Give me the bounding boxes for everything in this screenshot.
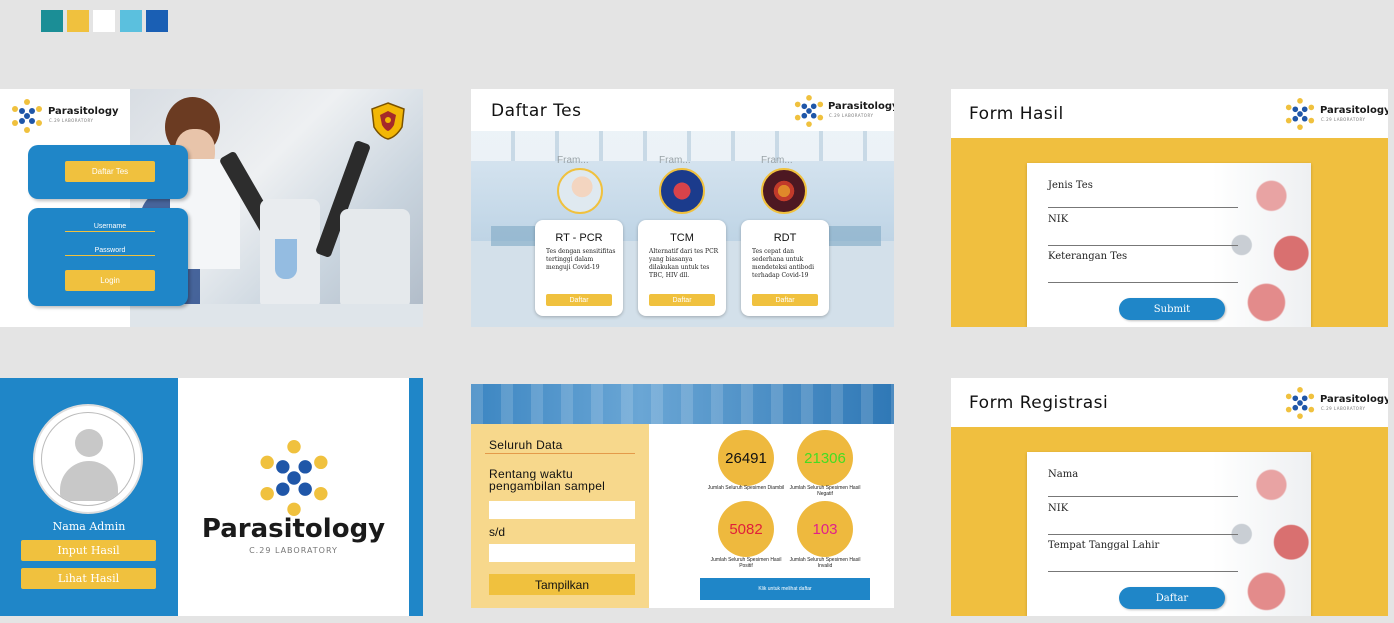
right-accent-bar <box>409 378 423 616</box>
daftar-submit-button[interactable]: Daftar <box>1119 587 1225 609</box>
nik-input[interactable] <box>1048 245 1238 246</box>
range-label: Rentang waktu pengambilan sampel <box>489 467 606 493</box>
daftar-tes-button[interactable]: Daftar Tes <box>65 161 155 182</box>
palette-swatch-white <box>93 10 115 32</box>
sd-label: s/d <box>489 525 506 539</box>
field-label: NIK <box>1048 503 1069 514</box>
nama-input[interactable] <box>1048 496 1238 497</box>
page-title: Form Hasil <box>969 104 1064 124</box>
university-emblem-icon <box>368 101 408 141</box>
brand-name: Parasitology <box>828 101 894 112</box>
password-field[interactable]: Password <box>65 247 155 256</box>
test-name: RDT <box>773 232 797 244</box>
view-list-button[interactable]: Klik untuk melihat daftar <box>700 578 870 600</box>
brand-name: Parasitology <box>48 106 119 117</box>
daftar-tes-screen: Daftar Tes Parasitology C.29 LABORATORY … <box>471 89 894 327</box>
parasitology-logo-icon <box>1284 387 1316 419</box>
form-registrasi-screen: Form Registrasi Parasitology C.29 LABORA… <box>951 378 1388 616</box>
input-hasil-button[interactable]: Input Hasil <box>21 540 156 561</box>
stat-caption: Jumlah Seluruh Spesimen Hasil Negatif <box>789 485 861 497</box>
test-description: Tes dengan sensitifitas tertinggi dalam … <box>546 248 616 271</box>
page-title: Daftar Tes <box>491 101 582 121</box>
parasitology-logo-icon <box>10 99 44 133</box>
daftar-button[interactable]: Daftar <box>649 294 715 306</box>
brand-name: Parasitology <box>1320 394 1388 405</box>
login-button[interactable]: Login <box>65 270 155 291</box>
divider <box>485 453 635 454</box>
tampilkan-button[interactable]: Tampilkan <box>489 574 635 595</box>
brand-subtitle: C.29 LABORATORY <box>829 113 874 118</box>
virus-image <box>761 168 807 214</box>
stat-total: 26491 <box>718 430 774 486</box>
test-name: TCM <box>670 232 694 244</box>
palette-swatch-teal <box>41 10 63 32</box>
stat-invalid: 103 <box>797 501 853 557</box>
username-field[interactable]: Username <box>65 223 155 232</box>
nik-input[interactable] <box>1048 534 1238 535</box>
palette-swatch-blue <box>146 10 168 32</box>
lihat-hasil-button[interactable]: Lihat Hasil <box>21 568 156 589</box>
jenis-tes-input[interactable] <box>1048 207 1238 208</box>
parasitology-logo-icon <box>793 95 825 127</box>
stat-negative: 21306 <box>797 430 853 486</box>
daftar-button[interactable]: Daftar <box>752 294 818 306</box>
form-hasil-screen: Form Hasil Parasitology C.29 LABORATORY … <box>951 89 1388 327</box>
keterangan-tes-input[interactable] <box>1048 282 1238 283</box>
stat-caption: Jumlah Seluruh Spesimen Diambil <box>707 485 785 491</box>
pcr-swab-image <box>557 168 603 214</box>
admin-screen: Nama Admin Input Hasil Lihat Hasil Paras… <box>0 378 423 616</box>
stat-caption: Jumlah Seluruh Spesimen Hasil Positif <box>710 557 782 569</box>
palette-swatch-yellow <box>67 10 89 32</box>
dashboard-screen: Seluruh Data Rentang waktu pengambilan s… <box>471 384 894 608</box>
end-date-input[interactable] <box>489 544 635 562</box>
page-title: Form Registrasi <box>969 393 1109 413</box>
brand-subtitle: C.29 LABORATORY <box>249 546 338 555</box>
daftar-button[interactable]: Daftar <box>546 294 612 306</box>
user-silhouette-icon <box>75 429 103 457</box>
field-label: Keterangan Tes <box>1048 251 1128 262</box>
test-description: Alternatif dari tes PCR yang biasanya di… <box>649 248 719 279</box>
header-banner <box>471 384 894 424</box>
field-label: NIK <box>1048 214 1069 225</box>
frame-label: Fram... <box>557 155 589 166</box>
login-screen: Parasitology C.29 LABORATORY Daftar Tes … <box>0 89 423 327</box>
avatar <box>33 404 143 514</box>
field-label: Tempat Tanggal Lahir <box>1048 540 1160 551</box>
field-label: Jenis Tes <box>1048 180 1093 191</box>
admin-name: Nama Admin <box>52 520 126 533</box>
test-description: Tes cepat dan sederhana untuk mendeteksi… <box>752 248 814 279</box>
brand-subtitle: C.29 LABORATORY <box>1321 406 1366 411</box>
submit-button[interactable]: Submit <box>1119 298 1225 320</box>
brand-name: Parasitology <box>201 514 386 544</box>
palette-swatch-light-blue <box>120 10 142 32</box>
start-date-input[interactable] <box>489 501 635 519</box>
ttl-input[interactable] <box>1048 571 1238 572</box>
frame-label: Fram... <box>761 155 793 166</box>
frame-label: Fram... <box>659 155 691 166</box>
stat-caption: Jumlah Seluruh Spesimen Hasil Invalid <box>789 557 861 569</box>
brand-name: Parasitology <box>1320 105 1388 116</box>
field-label: Nama <box>1048 469 1079 480</box>
parasitology-logo-icon <box>256 440 332 516</box>
brand-subtitle: C.29 LABORATORY <box>1321 117 1366 122</box>
lungs-image <box>659 168 705 214</box>
parasitology-logo-icon <box>1284 98 1316 130</box>
test-name: RT - PCR <box>555 232 603 244</box>
seluruh-data-label: Seluruh Data <box>489 438 563 452</box>
brand-subtitle: C.29 LABORATORY <box>49 118 94 123</box>
stat-positive: 5082 <box>718 501 774 557</box>
